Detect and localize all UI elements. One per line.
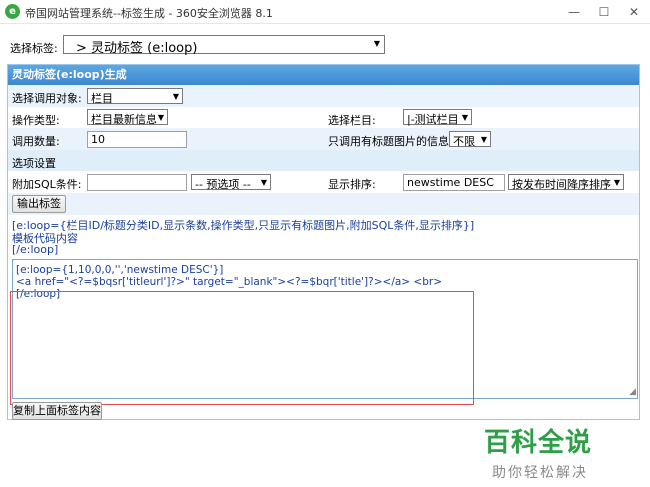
op-type-label: 操作类型: (12, 114, 60, 127)
call-target-value: 栏目 (91, 92, 113, 105)
chevron-down-icon: ▼ (480, 135, 487, 144)
call-target-select[interactable]: 栏目 ▼ (87, 88, 183, 105)
sql-preset-select[interactable]: -- 预选项 -- ▼ (191, 174, 271, 191)
window-titlebar: e 帝国网站管理系统--标签生成 - 360安全浏览器 8.1 — ☐ ✕ (0, 0, 650, 24)
sql-preset-value: -- 预选项 -- (195, 178, 251, 191)
op-type-select[interactable]: 栏目最新信息 ▼ (87, 109, 168, 126)
row-output: 输出标签 (8, 193, 639, 215)
watermark-main: 百科全说 (484, 428, 593, 458)
tag-select[interactable]: > 灵动标签 (e:loop) ▼ (63, 35, 385, 56)
code-line-2: <a href="<?=$bqsr['titleurl']?>" target=… (16, 276, 443, 288)
tag-select-label: 选择标签: (10, 42, 58, 55)
column-label: 选择栏目: (328, 114, 376, 127)
resize-handle-icon[interactable]: ◢ (629, 387, 636, 397)
syntax-line-1: [e:loop={栏目ID/标题分类ID,显示条数,操作类型,只显示有标题图片,… (12, 219, 475, 232)
code-line-1: [e:loop={1,10,0,0,'','newstime DESC'}] (16, 264, 224, 276)
tag-select-value: > 灵动标签 (e:loop) (76, 41, 198, 56)
count-label: 调用数量: (12, 135, 60, 148)
watermark: 百科全说 助你轻松解决 (484, 422, 592, 482)
column-select[interactable]: |-测试栏目 ▼ (403, 109, 472, 126)
watermark-sub: 助你轻松解决 (492, 465, 588, 481)
title-pic-value: 不限 (453, 135, 475, 148)
chevron-down-icon: ▼ (157, 113, 164, 122)
sort-preset-value: 按发布时间降序排序 (512, 178, 611, 191)
sort-preset-select[interactable]: 按发布时间降序排序 ▼ (508, 174, 624, 191)
output-tag-button[interactable]: 输出标签 (12, 195, 66, 213)
panel-title: 灵动标签(e:loop)生成 (8, 65, 639, 85)
minimize-icon[interactable]: — (560, 2, 588, 22)
tag-generator-panel: 灵动标签(e:loop)生成 选择调用对象: 栏目 ▼ 操作类型: 栏目最新信息… (7, 64, 640, 420)
syntax-line-3: [/e:loop] (12, 243, 59, 256)
sort-input[interactable]: newstime DESC (403, 174, 505, 191)
column-value: |-测试栏目 (407, 113, 459, 126)
chevron-down-icon: ▼ (260, 178, 267, 187)
count-input[interactable]: 10 (87, 131, 187, 148)
sort-label: 显示排序: (328, 178, 376, 191)
copy-tag-button[interactable]: 复制上面标签内容 (12, 402, 102, 420)
360-browser-icon: e (5, 4, 20, 19)
page-content: 选择标签: > 灵动标签 (e:loop) ▼ 灵动标签(e:loop)生成 选… (0, 24, 650, 487)
title-pic-label: 只调用有标题图片的信息: (328, 135, 453, 148)
close-icon[interactable]: ✕ (620, 2, 648, 22)
chevron-down-icon: ▼ (461, 113, 468, 122)
highlight-box (10, 291, 474, 405)
window-title: 帝国网站管理系统--标签生成 - 360安全浏览器 8.1 (25, 7, 273, 20)
chevron-down-icon: ▼ (613, 178, 620, 187)
sql-label: 附加SQL条件: (12, 178, 82, 191)
options-section-title: 选项设置 (12, 157, 56, 170)
op-type-value: 栏目最新信息 (91, 113, 157, 126)
row-op-type: 操作类型: 栏目最新信息 ▼ 选择栏目: |-测试栏目 ▼ (8, 107, 639, 128)
options-section-row: 选项设置 (8, 150, 639, 171)
call-target-label: 选择调用对象: (12, 92, 82, 105)
chevron-down-icon: ▼ (172, 92, 179, 101)
row-sql-sort: 附加SQL条件: -- 预选项 -- ▼ 显示排序: newstime DESC… (8, 171, 639, 193)
row-count: 调用数量: 10 只调用有标题图片的信息: 不限 ▼ (8, 128, 639, 150)
chevron-down-icon: ▼ (373, 39, 380, 48)
title-pic-select[interactable]: 不限 ▼ (449, 131, 491, 148)
maximize-icon[interactable]: ☐ (590, 2, 618, 22)
sql-input[interactable] (87, 174, 187, 191)
row-call-target: 选择调用对象: 栏目 ▼ (8, 85, 639, 107)
